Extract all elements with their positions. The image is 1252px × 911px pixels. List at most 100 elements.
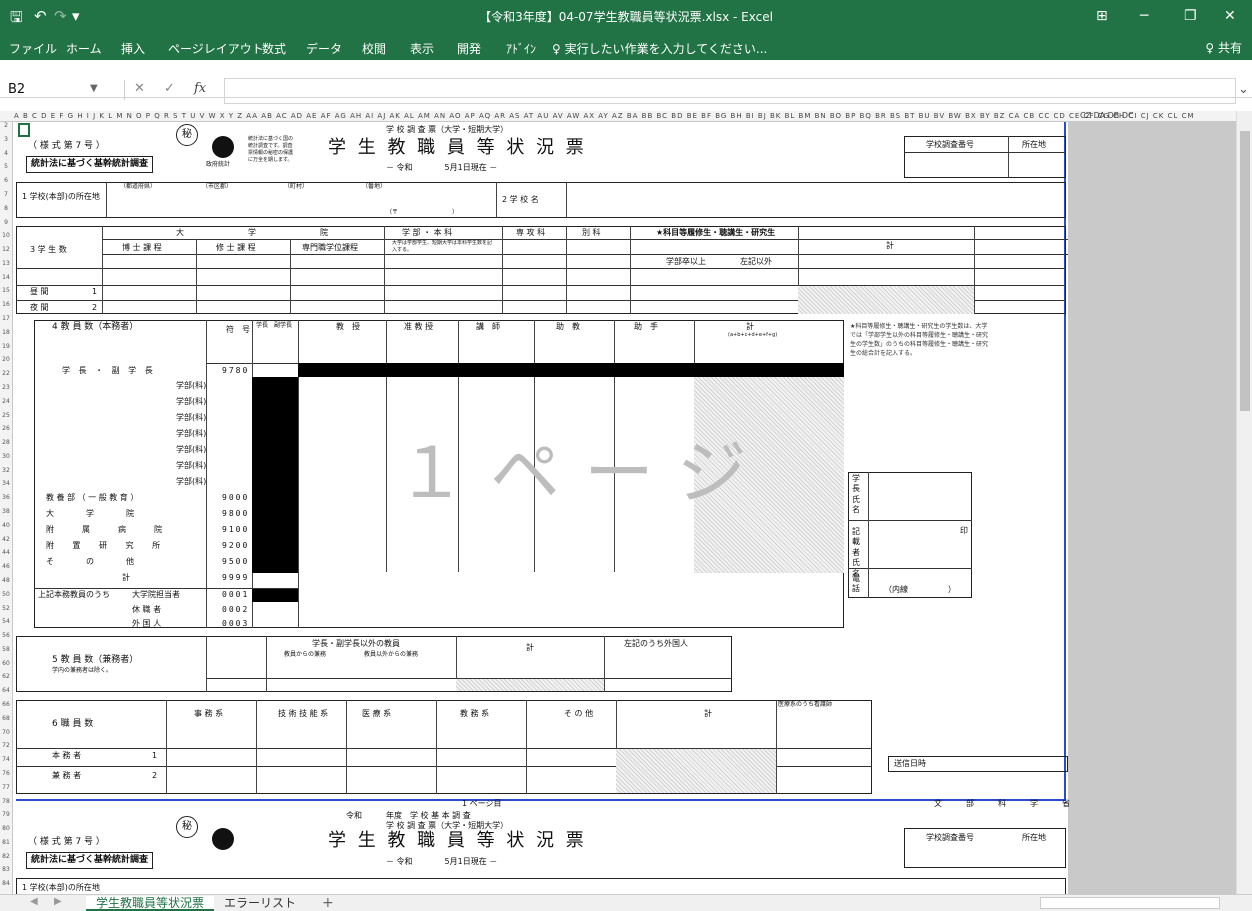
close-button[interactable]: ✕ [1224, 8, 1236, 24]
row-number[interactable]: 36 [0, 494, 12, 501]
row-number[interactable]: 8 [0, 205, 12, 212]
row-number[interactable]: 34 [0, 480, 12, 487]
row-number[interactable]: 82 [0, 853, 12, 860]
share-button[interactable]: ♀ 共有 [1205, 39, 1242, 56]
vertical-scrollbar[interactable] [1236, 111, 1252, 894]
undergrad-note: 大学は学部学生、短期大学は本科学生数を記入する。 [392, 240, 493, 253]
professional-header: 専門職学位課程 [302, 243, 358, 252]
tab-home[interactable]: ホーム [66, 40, 102, 57]
tell-me-search[interactable]: ♀ 実行したい作業を入力してください... [552, 40, 767, 57]
row-number[interactable]: 77 [0, 784, 12, 791]
tab-addin[interactable]: ｱﾄﾞｲﾝ [506, 40, 536, 57]
row-number[interactable]: 3 [0, 136, 12, 143]
respondent-box [848, 472, 972, 598]
row-number[interactable]: 44 [0, 549, 12, 556]
row-number[interactable]: 6 [0, 177, 12, 184]
main-title: 学 生 教 職 員 等 状 況 票 [328, 137, 587, 158]
row-number[interactable]: 70 [0, 729, 12, 736]
row-number[interactable]: 2 [0, 122, 12, 129]
row-number[interactable]: 64 [0, 687, 12, 694]
row-number[interactable]: 5 [0, 163, 12, 170]
sheet-tab-errors[interactable]: エラーリスト [214, 896, 306, 911]
row-number[interactable]: 25 [0, 412, 12, 419]
row-number[interactable]: 52 [0, 605, 12, 612]
row-number[interactable]: 24 [0, 398, 12, 405]
row-number[interactable]: 66 [0, 701, 12, 708]
formula-input[interactable] [224, 78, 1236, 104]
cancel-icon[interactable]: ✕ [134, 81, 145, 96]
row-number[interactable]: 28 [0, 439, 12, 446]
row-number[interactable]: 16 [0, 301, 12, 308]
code-9100: 9100 [222, 525, 250, 534]
row-number[interactable]: 10 [0, 232, 12, 239]
code-0003: 0003 [222, 619, 250, 628]
new-sheet-button[interactable]: + [312, 896, 344, 911]
tab-scroll-right-icon[interactable]: ▶ [54, 896, 62, 907]
location-label-2: 所在地 [1022, 833, 1046, 842]
sheet-tab-bar: ◀ ▶ 学生教職員等状況票 エラーリスト + [0, 894, 1252, 911]
tab-scroll-left-icon[interactable]: ◀ [30, 896, 38, 907]
row-number[interactable]: 19 [0, 343, 12, 350]
row-number[interactable]: 42 [0, 536, 12, 543]
row-number[interactable]: 72 [0, 742, 12, 749]
column-headers[interactable]: A B C D E F G H I J K L M N O P Q R S T … [0, 111, 1236, 122]
tab-data[interactable]: データ [306, 40, 342, 57]
row-number[interactable]: 62 [0, 673, 12, 680]
row-number[interactable]: 58 [0, 646, 12, 653]
row-number[interactable]: 22 [0, 370, 12, 377]
horizontal-scrollbar[interactable] [1040, 897, 1220, 909]
row-number[interactable]: 30 [0, 453, 12, 460]
row-number[interactable]: 81 [0, 839, 12, 846]
row-number[interactable]: 26 [0, 425, 12, 432]
row-number[interactable]: 60 [0, 660, 12, 667]
worksheet-grid[interactable]: 秘 （ 様 式 第 7 号 ） 統計法に基づく基幹統計調査 政府統計 統計法に基… [13, 122, 1236, 894]
row-number[interactable]: 20 [0, 356, 12, 363]
row-number[interactable]: 14 [0, 274, 12, 281]
minimize-button[interactable]: ─ [1140, 8, 1148, 24]
row-number[interactable]: 79 [0, 811, 12, 818]
scroll-thumb[interactable] [1240, 131, 1250, 411]
row-number[interactable]: 78 [0, 798, 12, 805]
row-number[interactable]: 15 [0, 287, 12, 294]
tab-view[interactable]: 表示 [410, 40, 434, 57]
row-number[interactable]: 46 [0, 563, 12, 570]
tab-page-layout[interactable]: ページレイアウト [168, 40, 264, 57]
row-number[interactable]: 4 [0, 150, 12, 157]
tab-review[interactable]: 校閲 [362, 40, 386, 57]
tab-insert[interactable]: 挿入 [121, 40, 145, 57]
name-box[interactable]: B2 ▼ [8, 82, 122, 102]
sheet-tab-active[interactable]: 学生教職員等状況票 [86, 896, 215, 911]
row-number[interactable]: 40 [0, 522, 12, 529]
row-number[interactable]: 12 [0, 246, 12, 253]
tab-file[interactable]: ファイル [9, 40, 57, 57]
row-number[interactable]: 74 [0, 756, 12, 763]
row-number[interactable]: 80 [0, 825, 12, 832]
row-number[interactable]: 7 [0, 191, 12, 198]
expand-formula-icon[interactable]: ⌄ [1238, 82, 1249, 97]
row-number[interactable]: 18 [0, 329, 12, 336]
row-number[interactable]: 17 [0, 315, 12, 322]
row-number[interactable]: 13 [0, 260, 12, 267]
row-number[interactable]: 23 [0, 384, 12, 391]
selected-cell-b2[interactable] [18, 123, 30, 137]
row-number[interactable]: 68 [0, 715, 12, 722]
row-number[interactable]: 9 [0, 219, 12, 226]
row-headers[interactable]: 2 3 4 5 6 7 8 9 10 12 13 14 15 16 17 18 19 20 22 23 24 25 26 28… [0, 122, 13, 894]
school-code-label-2: 学校調査番号 [926, 833, 974, 842]
insert-function-icon[interactable]: fx [194, 81, 206, 96]
row-number[interactable]: 32 [0, 467, 12, 474]
enter-icon[interactable]: ✓ [164, 81, 175, 96]
government-statistics-logo-2 [212, 828, 234, 850]
row-number[interactable]: 56 [0, 632, 12, 639]
row-number[interactable]: 38 [0, 508, 12, 515]
row-number[interactable]: 48 [0, 577, 12, 584]
row-number[interactable]: 50 [0, 591, 12, 598]
tab-developer[interactable]: 開発 [457, 40, 481, 57]
row-number[interactable]: 54 [0, 618, 12, 625]
tab-formulas[interactable]: 数式 [262, 40, 286, 57]
row-number[interactable]: 83 [0, 866, 12, 873]
row-number[interactable]: 76 [0, 770, 12, 777]
ribbon-display-options-icon[interactable]: ⊞ [1096, 8, 1108, 24]
row-number[interactable]: 84 [0, 880, 12, 887]
restore-button[interactable]: ❐ [1184, 8, 1197, 24]
